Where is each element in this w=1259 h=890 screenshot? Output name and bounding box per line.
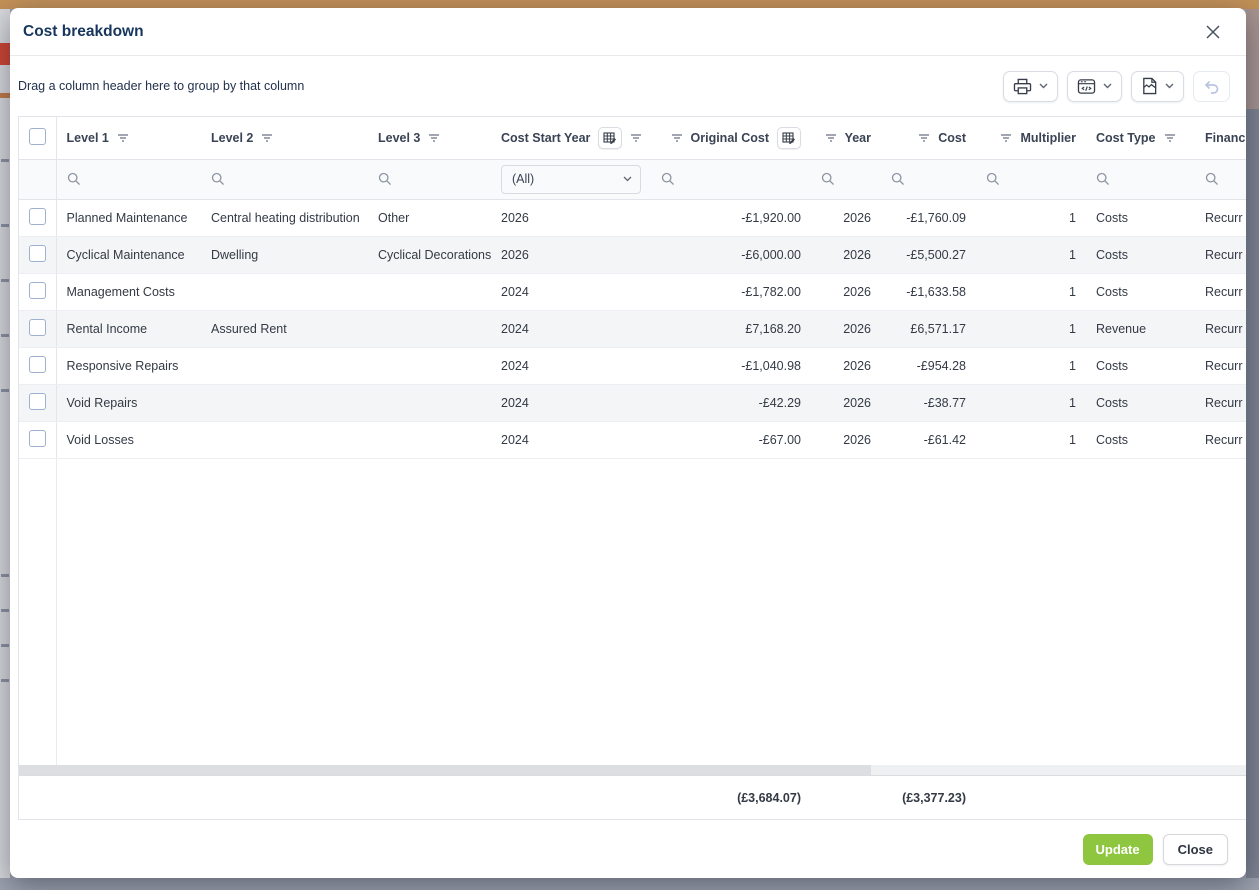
search-icon: [986, 172, 1000, 186]
column-header-cost-type[interactable]: Cost Type: [1086, 117, 1181, 159]
column-header-level3[interactable]: Level 3: [368, 117, 491, 159]
header-filter-icon[interactable]: [918, 133, 930, 143]
search-icon: [891, 172, 905, 186]
table-row[interactable]: Management Costs 2024 -£1,782.00 2026 -£…: [19, 273, 1246, 310]
group-panel-hint: Drag a column header here to group by th…: [18, 79, 304, 93]
code-window-icon: [1077, 78, 1096, 95]
dialog-header: Cost breakdown: [10, 8, 1246, 56]
update-button[interactable]: Update: [1083, 834, 1153, 865]
row-checkbox[interactable]: [29, 319, 46, 336]
header-filter-icon[interactable]: [1000, 133, 1012, 143]
filter-input-multiplier[interactable]: [986, 172, 1076, 186]
dialog-footer: Update Close: [18, 820, 1246, 878]
column-header-level1[interactable]: Level 1: [56, 117, 201, 159]
filter-input-original-cost[interactable]: [661, 172, 801, 186]
table-row[interactable]: Responsive Repairs 2024 -£1,040.98 2026 …: [19, 347, 1246, 384]
search-icon: [661, 172, 675, 186]
chevron-down-icon: [1103, 83, 1112, 89]
header-filter-icon[interactable]: [1164, 133, 1176, 143]
column-header-multiplier[interactable]: Multiplier: [976, 117, 1086, 159]
background-overlay-bottom: [0, 878, 1259, 890]
cost-breakdown-dialog: Cost breakdown Drag a column header here…: [10, 8, 1246, 878]
total-cost: (£3,377.23): [881, 776, 976, 819]
filter-select-value: (All): [512, 172, 534, 186]
row-checkbox[interactable]: [29, 356, 46, 373]
search-icon: [1096, 172, 1110, 186]
row-checkbox[interactable]: [29, 245, 46, 262]
filter-select-cost-start-year[interactable]: (All): [501, 165, 641, 194]
undo-button[interactable]: [1193, 71, 1230, 102]
column-header-original-cost[interactable]: Original Cost: [651, 117, 811, 159]
row-checkbox[interactable]: [29, 430, 46, 447]
table-row[interactable]: Rental Income Assured Rent 2024 £7,168.2…: [19, 310, 1246, 347]
background-page-left-edge: [0, 9, 10, 878]
table-row[interactable]: Planned Maintenance Central heating dist…: [19, 199, 1246, 236]
undo-icon: [1203, 78, 1220, 94]
search-icon: [211, 172, 225, 186]
toolbar-buttons: [1003, 71, 1230, 102]
chevron-down-icon: [1165, 83, 1174, 89]
row-checkbox[interactable]: [29, 393, 46, 410]
table-row[interactable]: Void Losses 2024 -£67.00 2026 -£61.42 1 …: [19, 421, 1246, 458]
filter-input-level1[interactable]: [67, 172, 192, 186]
close-dialog-button[interactable]: [1200, 19, 1226, 45]
chevron-down-icon: [1039, 83, 1048, 89]
close-icon: [1206, 25, 1220, 39]
export-image-button[interactable]: [1131, 71, 1184, 102]
filter-input-finance[interactable]: [1205, 172, 1246, 186]
filter-input-year[interactable]: [821, 172, 871, 186]
header-filter-icon[interactable]: [261, 133, 273, 143]
horizontal-scrollbar[interactable]: [19, 765, 1246, 775]
printer-icon: [1013, 78, 1032, 95]
chevron-down-icon: [623, 176, 632, 182]
header-filter-icon[interactable]: [428, 133, 440, 143]
background-red-heading-fragment: [0, 43, 10, 65]
column-header-cost-start-year[interactable]: Cost Start Year: [491, 117, 651, 159]
image-file-icon: [1141, 77, 1158, 95]
row-checkbox[interactable]: [29, 282, 46, 299]
summary-row: (£3,684.07) (£3,377.23): [19, 775, 1246, 819]
column-header-level2[interactable]: Level 2: [201, 117, 368, 159]
filter-input-cost-type[interactable]: [1096, 172, 1171, 186]
background-orange-bar-fragment: [0, 93, 10, 98]
export-code-button[interactable]: [1067, 71, 1122, 102]
column-header-year[interactable]: Year: [811, 117, 881, 159]
grid-toolbar: Drag a column header here to group by th…: [18, 56, 1246, 116]
filter-input-cost[interactable]: [891, 172, 966, 186]
table-row[interactable]: Void Repairs 2024 -£42.29 2026 -£38.77 1…: [19, 384, 1246, 421]
column-header-finance[interactable]: Financ: [1181, 117, 1246, 159]
dialog-body: Drag a column header here to group by th…: [10, 56, 1246, 878]
search-icon: [821, 172, 835, 186]
horizontal-scrollbar-thumb[interactable]: [19, 765, 871, 775]
select-all-checkbox[interactable]: [29, 128, 46, 145]
search-icon: [1205, 172, 1219, 186]
cost-breakdown-grid: Level 1 Level 2: [18, 116, 1246, 820]
filter-input-level2[interactable]: [211, 172, 358, 186]
header-filter-icon[interactable]: [117, 133, 129, 143]
filter-row: (All): [19, 159, 1246, 199]
edit-grid-icon[interactable]: [777, 127, 801, 149]
row-checkbox[interactable]: [29, 208, 46, 225]
header-filter-icon[interactable]: [825, 133, 837, 143]
column-header-cost[interactable]: Cost: [881, 117, 976, 159]
grid-empty-area: [19, 459, 1246, 766]
header-row: Level 1 Level 2: [19, 117, 1246, 159]
table-row[interactable]: Cyclical Maintenance Dwelling Cyclical D…: [19, 236, 1246, 273]
background-page-right-edge: [1246, 9, 1259, 878]
filter-input-level3[interactable]: [378, 172, 481, 186]
print-button[interactable]: [1003, 71, 1058, 102]
total-original-cost: (£3,684.07): [651, 776, 811, 819]
header-filter-icon[interactable]: [671, 133, 683, 143]
close-button[interactable]: Close: [1163, 834, 1228, 865]
search-icon: [67, 172, 81, 186]
search-icon: [378, 172, 392, 186]
header-filter-icon[interactable]: [630, 133, 642, 143]
edit-grid-icon[interactable]: [598, 127, 622, 149]
page-title: Cost breakdown: [23, 23, 144, 41]
